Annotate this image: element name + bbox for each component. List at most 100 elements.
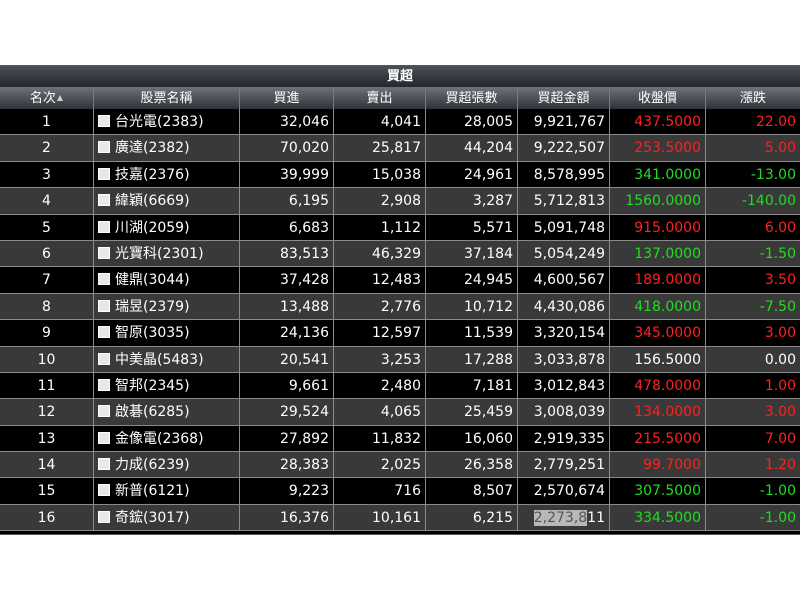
sell-cell: 10,161	[334, 504, 426, 532]
net-amount-cell: 4,600,567	[518, 267, 610, 294]
checkbox-icon[interactable]	[98, 431, 110, 444]
net-shares-cell: 5,571	[426, 214, 518, 241]
rank-cell: 2	[0, 135, 94, 162]
stock-name-cell[interactable]: 啟碁(6285)	[94, 399, 240, 426]
stock-name-cell[interactable]: 廣達(2382)	[94, 135, 240, 162]
header-buy[interactable]: 買進	[240, 88, 334, 109]
stock-name-cell[interactable]: 新普(6121)	[94, 478, 240, 505]
sell-cell: 2,908	[334, 188, 426, 215]
table-row[interactable]: 11 智邦(2345) 9,661 2,480 7,181 3,012,843 478.00…	[0, 372, 800, 400]
rank-cell: 9	[0, 320, 94, 347]
close-price-cell: 137.0000	[610, 240, 706, 268]
stock-name-cell[interactable]: 智邦(2345)	[94, 372, 240, 400]
checkbox-icon[interactable]	[98, 167, 110, 180]
table-row[interactable]: 3 技嘉(2376) 39,999 15,038 24,961 8,578,995 341.…	[0, 161, 800, 189]
header-rank[interactable]: 名次▲	[0, 88, 94, 109]
table-row[interactable]: 10 中美晶(5483) 20,541 3,253 17,288 3,033,878 156…	[0, 346, 800, 373]
checkbox-icon[interactable]	[98, 352, 110, 365]
checkbox-icon[interactable]	[98, 115, 110, 127]
table-row[interactable]: 2 廣達(2382) 70,020 25,817 44,204 9,222,507 253.…	[0, 135, 800, 162]
close-price-cell: 156.5000	[610, 346, 706, 373]
net-shares-cell: 3,287	[426, 188, 518, 215]
buy-cell: 9,661	[240, 372, 334, 400]
sell-cell: 2,480	[334, 372, 426, 400]
table-row[interactable]: 14 力成(6239) 28,383 2,025 26,358 2,779,251 99.7…	[0, 452, 800, 479]
table-row[interactable]: 5 川湖(2059) 6,683 1,112 5,571 5,091,748 915.000…	[0, 214, 800, 241]
net-shares-cell: 17,288	[426, 346, 518, 373]
table-row[interactable]: 9 智原(3035) 24,136 12,597 11,539 3,320,154 345.…	[0, 320, 800, 347]
header-change[interactable]: 漲跌	[706, 88, 800, 109]
rank-cell: 14	[0, 452, 94, 479]
table-row[interactable]: 7 健鼎(3044) 37,428 12,483 24,945 4,600,567 189.…	[0, 267, 800, 294]
change-cell: 3.00	[706, 399, 800, 426]
table-row[interactable]: 1 台光電(2383) 32,046 4,041 28,005 9,921,767 437.…	[0, 109, 800, 136]
header-sell[interactable]: 賣出	[334, 88, 426, 109]
sort-icon[interactable]: ▲	[57, 93, 63, 102]
close-price-cell: 418.0000	[610, 293, 706, 321]
net-amount-cell: 8,578,995	[518, 161, 610, 189]
stock-name-cell[interactable]: 瑞昱(2379)	[94, 293, 240, 321]
stock-name-cell[interactable]: 川湖(2059)	[94, 214, 240, 241]
stock-name: 智原(3035)	[115, 325, 190, 342]
checkbox-icon[interactable]	[98, 326, 110, 339]
table-row[interactable]: 15 新普(6121) 9,223 716 8,507 2,570,674 307.5000…	[0, 478, 800, 505]
sell-cell: 12,597	[334, 320, 426, 347]
table-row[interactable]: 8 瑞昱(2379) 13,488 2,776 10,712 4,430,086 418.0…	[0, 293, 800, 321]
header-net-amount[interactable]: 買超金額	[518, 88, 610, 109]
stock-name-cell[interactable]: 奇鋐(3017)	[94, 504, 240, 532]
checkbox-icon[interactable]	[98, 273, 110, 286]
stock-name-cell[interactable]: 智原(3035)	[94, 320, 240, 347]
checkbox-icon[interactable]	[98, 246, 110, 259]
checkbox-icon[interactable]	[98, 299, 110, 312]
stock-name: 台光電(2383)	[115, 114, 204, 130]
net-shares-cell: 24,945	[426, 267, 518, 294]
net-shares-cell: 8,507	[426, 478, 518, 505]
sell-cell: 25,817	[334, 135, 426, 162]
net-amount-cell: 3,033,878	[518, 346, 610, 373]
net-buy-ranking-panel: 買超 名次▲ 股票名稱 買進 賣出 買超張數 買超金額 收盤價 漲跌 1 台光電(…	[0, 65, 800, 535]
net-shares-cell: 11,539	[426, 320, 518, 347]
checkbox-icon[interactable]	[98, 484, 110, 497]
buy-cell: 27,892	[240, 425, 334, 453]
table-row[interactable]: 13 金像電(2368) 27,892 11,832 16,060 2,919,335 21…	[0, 425, 800, 453]
checkbox-icon[interactable]	[98, 405, 110, 418]
stock-name-cell[interactable]: 金像電(2368)	[94, 425, 240, 453]
stock-name-cell[interactable]: 光寶科(2301)	[94, 240, 240, 268]
table-row[interactable]: 12 啟碁(6285) 29,524 4,065 25,459 3,008,039 134.…	[0, 399, 800, 426]
change-cell: 7.00	[706, 425, 800, 453]
net-shares-cell: 28,005	[426, 109, 518, 136]
header-stock-name[interactable]: 股票名稱	[94, 88, 240, 109]
stock-name-cell[interactable]: 健鼎(3044)	[94, 267, 240, 294]
header-net-shares[interactable]: 買超張數	[426, 88, 518, 109]
checkbox-icon[interactable]	[98, 378, 110, 391]
stock-name-cell[interactable]: 台光電(2383)	[94, 109, 240, 136]
change-cell: 22.00	[706, 109, 800, 136]
buy-cell: 37,428	[240, 267, 334, 294]
table-row[interactable]: 16 奇鋐(3017) 16,376 10,161 6,215 2,273,811 334.…	[0, 504, 800, 532]
change-cell: -7.50	[706, 293, 800, 321]
checkbox-icon[interactable]	[98, 458, 110, 471]
rank-cell: 4	[0, 188, 94, 215]
stock-name-cell[interactable]: 技嘉(2376)	[94, 161, 240, 189]
change-cell: 1.20	[706, 452, 800, 479]
stock-name-cell[interactable]: 緯穎(6669)	[94, 188, 240, 215]
net-shares-cell: 10,712	[426, 293, 518, 321]
checkbox-icon[interactable]	[98, 141, 110, 154]
change-cell: 1.00	[706, 372, 800, 400]
change-cell: 3.00	[706, 320, 800, 347]
rank-cell: 1	[0, 109, 94, 136]
change-cell: 3.50	[706, 267, 800, 294]
stock-name-cell[interactable]: 力成(6239)	[94, 452, 240, 479]
checkbox-icon[interactable]	[98, 194, 110, 207]
stock-name-cell[interactable]: 中美晶(5483)	[94, 346, 240, 373]
table-row[interactable]: 6 光寶科(2301) 83,513 46,329 37,184 5,054,249 137…	[0, 240, 800, 268]
buy-cell: 32,046	[240, 109, 334, 136]
rank-cell: 15	[0, 478, 94, 505]
checkbox-icon[interactable]	[98, 220, 110, 233]
header-close-price[interactable]: 收盤價	[610, 88, 706, 109]
table-row[interactable]: 4 緯穎(6669) 6,195 2,908 3,287 5,712,813 1560.00…	[0, 188, 800, 215]
rank-cell: 12	[0, 399, 94, 426]
net-shares-cell: 6,215	[426, 504, 518, 532]
checkbox-icon[interactable]	[98, 510, 110, 523]
buy-cell: 29,524	[240, 399, 334, 426]
